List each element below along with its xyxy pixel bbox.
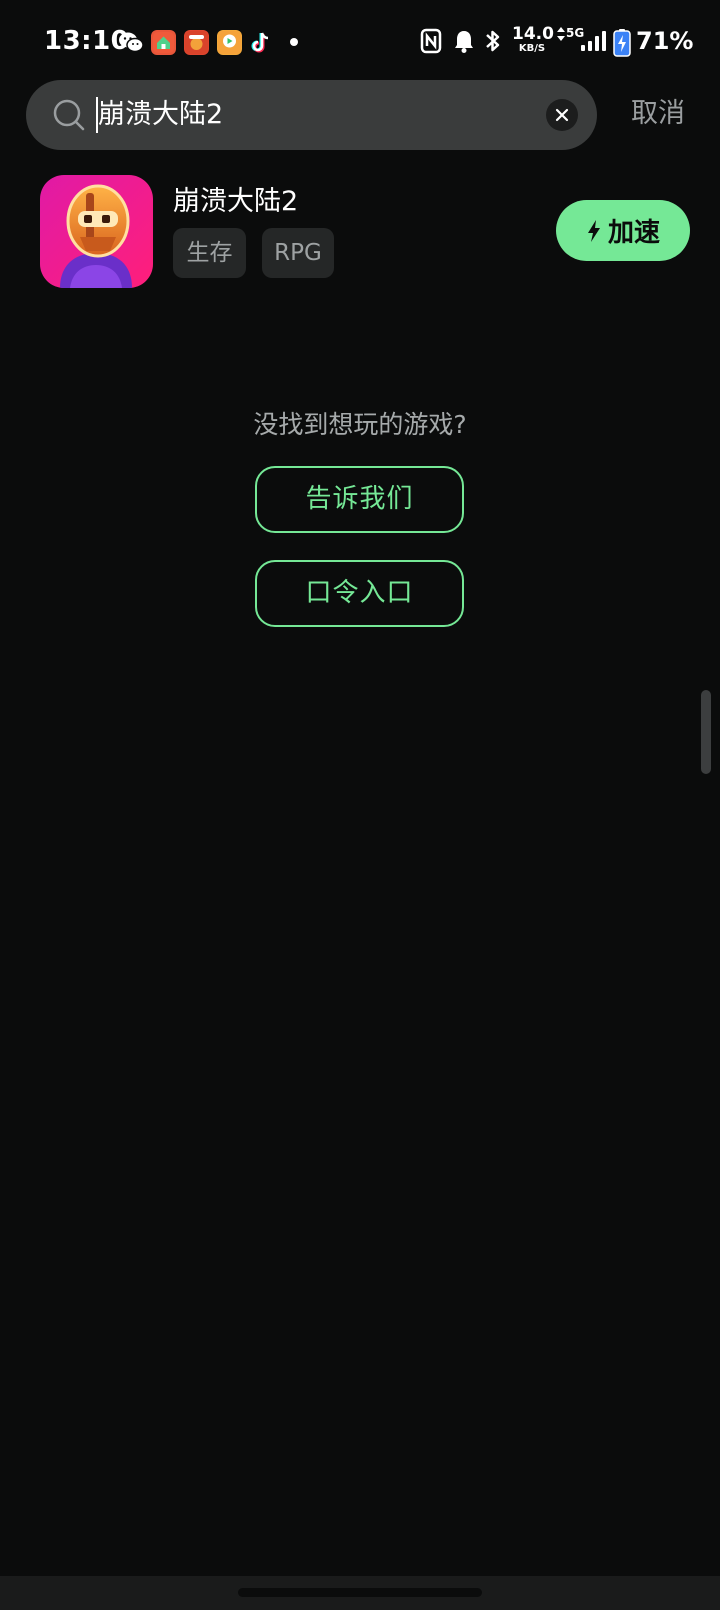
navigation-bar xyxy=(0,1576,720,1610)
scrollbar-thumb[interactable] xyxy=(701,690,711,774)
red-app-icon xyxy=(184,30,209,55)
search-box[interactable]: 崩溃大陆2 xyxy=(26,80,597,150)
boost-button[interactable]: 加速 xyxy=(556,200,690,261)
status-time: 13:10 xyxy=(44,26,130,56)
wechat-icon xyxy=(118,30,144,55)
lightning-icon xyxy=(587,219,600,242)
network-speed-value: 14.0 xyxy=(512,24,554,44)
tell-us-button[interactable]: 告诉我们 xyxy=(255,466,464,533)
data-arrows-icon xyxy=(556,26,566,46)
status-bar: 13:10 14.0 KB/S 5G 71% xyxy=(0,0,720,84)
battery-percent: 71% xyxy=(636,27,694,55)
bluetooth-icon xyxy=(484,28,502,58)
network-speed-unit: KB/S xyxy=(518,43,546,54)
search-screen: 13:10 14.0 KB/S 5G 71% 崩溃大陆2 取消 崩溃大陆2 生存… xyxy=(0,0,720,1610)
signal-icon xyxy=(580,30,606,56)
home-app-icon xyxy=(151,30,176,55)
game-icon[interactable] xyxy=(40,175,153,288)
search-result-item[interactable]: 崩溃大陆2 生存 RPG 加速 xyxy=(0,170,720,290)
cancel-button[interactable]: 取消 xyxy=(631,95,685,133)
battery-charging-icon xyxy=(613,29,631,61)
game-tag: RPG xyxy=(262,228,334,278)
game-tag: 生存 xyxy=(173,228,246,278)
network-speed: 14.0 KB/S xyxy=(512,24,554,54)
search-icon xyxy=(52,98,86,132)
bell-icon xyxy=(452,28,476,58)
clear-search-button[interactable] xyxy=(546,99,578,131)
boost-button-label: 加速 xyxy=(607,218,660,248)
code-entry-button[interactable]: 口令入口 xyxy=(255,560,464,627)
close-icon xyxy=(555,108,569,122)
tiktok-icon xyxy=(250,30,275,55)
video-app-icon xyxy=(217,30,242,55)
game-title: 崩溃大陆2 xyxy=(173,186,299,217)
more-notifications-dot xyxy=(290,38,298,46)
search-input[interactable]: 崩溃大陆2 xyxy=(98,96,223,134)
home-indicator[interactable] xyxy=(238,1588,482,1597)
nfc-icon xyxy=(420,28,442,58)
not-found-prompt: 没找到想玩的游戏? xyxy=(253,410,467,439)
